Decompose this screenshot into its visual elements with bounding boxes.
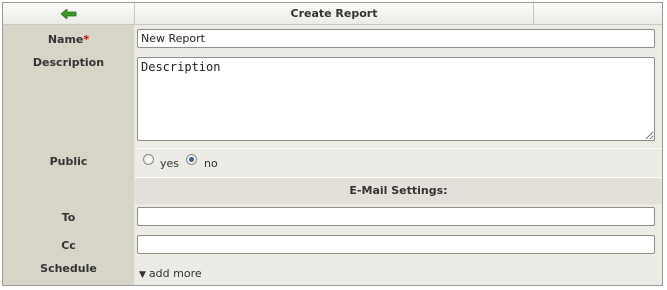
row-divider xyxy=(135,148,662,149)
public-no-label[interactable]: no xyxy=(204,157,218,170)
public-yes-label[interactable]: yes xyxy=(160,157,179,170)
public-label: Public xyxy=(49,155,88,168)
cc-label: Cc xyxy=(61,239,76,252)
cc-input[interactable] xyxy=(137,235,655,254)
header-right-cell xyxy=(533,3,663,24)
name-label: Name* xyxy=(3,33,134,46)
email-settings-title: E-Mail Settings: xyxy=(349,184,448,197)
email-settings-header: E-Mail Settings: xyxy=(135,177,662,204)
back-button[interactable] xyxy=(3,3,135,24)
to-label: To xyxy=(61,211,76,224)
name-label-text: Name xyxy=(47,33,84,46)
chevron-down-icon: ▼ xyxy=(139,270,146,280)
back-arrow-icon xyxy=(60,8,76,19)
add-more-text[interactable]: add more xyxy=(149,267,202,280)
panel-header: Create Report xyxy=(3,3,662,25)
name-input[interactable] xyxy=(137,29,655,48)
page-title: Create Report xyxy=(290,7,378,20)
public-yes-radio[interactable] xyxy=(143,154,154,165)
to-input[interactable] xyxy=(137,207,655,226)
required-marker: * xyxy=(83,33,90,46)
public-no-radio[interactable] xyxy=(186,154,197,165)
description-textarea[interactable]: Description xyxy=(137,57,655,141)
description-label: Description xyxy=(32,56,105,69)
schedule-label: Schedule xyxy=(40,262,97,275)
add-more-link[interactable]: ▼ add more xyxy=(139,267,202,280)
create-report-panel: Create Report Name* Description Public T… xyxy=(2,2,663,286)
